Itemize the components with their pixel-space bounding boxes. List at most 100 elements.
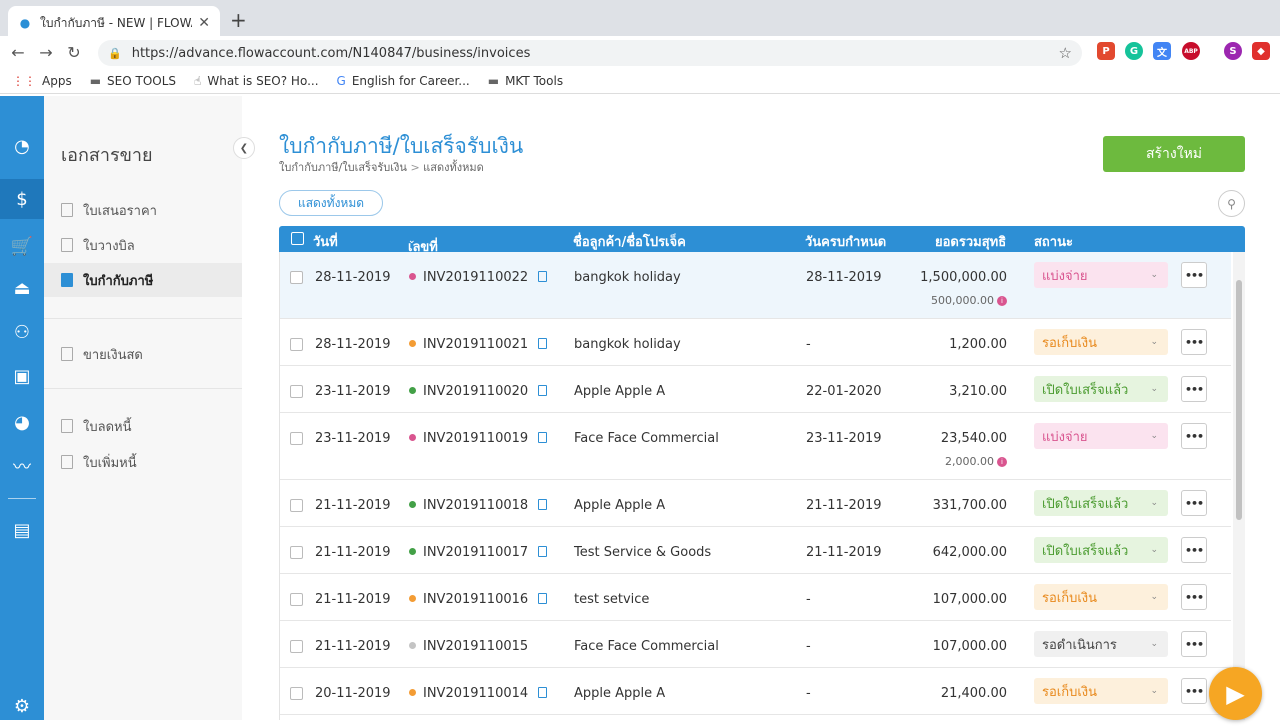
bookmark-english[interactable]: G English for Career... [337, 74, 470, 88]
row-checkbox[interactable] [290, 271, 303, 284]
more-actions-button[interactable]: ••• [1181, 262, 1207, 288]
info-icon[interactable]: i [997, 457, 1007, 467]
status-dropdown[interactable]: รอดำเนินการ ⌄ [1034, 631, 1168, 657]
more-actions-button[interactable]: ••• [1181, 678, 1207, 704]
document-icon[interactable] [538, 338, 548, 349]
settings-gear-icon[interactable]: ⚙ [0, 686, 44, 726]
cell-doc-no[interactable]: INV2019110014 [409, 686, 548, 701]
status-dropdown[interactable]: เปิดใบเสร็จแล้ว ⌄ [1034, 537, 1168, 563]
row-checkbox[interactable] [290, 338, 303, 351]
row-checkbox[interactable] [290, 432, 303, 445]
adblock-icon[interactable]: ABP [1182, 42, 1200, 60]
subnav-item-debit-note[interactable]: ใบเพิ่มหนี้ [44, 445, 242, 479]
row-checkbox[interactable] [290, 593, 303, 606]
inbox-tray-icon[interactable]: ⏏ [0, 268, 44, 308]
subnav-item-credit-note[interactable]: ใบลดหนี้ [44, 409, 242, 443]
gauge-icon[interactable]: ◕ [0, 402, 44, 442]
close-tab-icon[interactable]: ✕ [198, 15, 210, 31]
more-actions-button[interactable]: ••• [1181, 376, 1207, 402]
row-checkbox[interactable] [290, 499, 303, 512]
activity-chart-icon[interactable]: 〰 [0, 446, 44, 486]
cell-doc-no[interactable]: INV2019110019 [409, 431, 548, 446]
contacts-icon[interactable]: ⚇ [0, 312, 44, 352]
extension-icon[interactable]: ◆ [1252, 42, 1270, 60]
more-actions-button[interactable]: ••• [1181, 423, 1207, 449]
breadcrumb-item[interactable]: ใบกำกับภาษี/ใบเสร็จรับเงิน [279, 161, 407, 174]
row-checkbox[interactable] [290, 640, 303, 653]
translate-icon[interactable]: 文 [1153, 42, 1171, 60]
status-dropdown[interactable]: แบ่งจ่าย ⌄ [1034, 262, 1168, 288]
table-row[interactable]: 21-11-2019 INV2019110017 Test Service & Go… [280, 527, 1231, 574]
cell-doc-no[interactable]: INV2019110021 [409, 337, 548, 352]
new-tab-icon[interactable]: + [230, 8, 247, 32]
col-date[interactable]: วันที่ [313, 231, 338, 252]
reload-icon[interactable]: ↻ [60, 43, 88, 62]
play-video-icon[interactable]: ▶ [1209, 667, 1262, 720]
cell-doc-no[interactable]: INV2019110018 [409, 498, 548, 513]
profile-avatar[interactable]: S [1224, 42, 1242, 60]
status-dropdown[interactable]: รอเก็บเงิน ⌄ [1034, 329, 1168, 355]
select-all-checkbox[interactable] [291, 232, 304, 245]
status-dropdown[interactable]: แบ่งจ่าย ⌄ [1034, 423, 1168, 449]
info-icon[interactable]: i [997, 296, 1007, 306]
bookmark-apps[interactable]: ⋮⋮ Apps [12, 74, 72, 88]
dollar-icon[interactable]: $ [0, 179, 44, 219]
subnav-item-tax-invoice[interactable]: ใบกำกับภาษี [44, 263, 242, 297]
table-row[interactable]: 23-11-2019 INV2019110019 Face Face Commerc… [280, 413, 1231, 480]
create-new-button[interactable]: สร้างใหม่ [1103, 136, 1245, 172]
briefcase-icon[interactable]: ▤ [0, 510, 44, 550]
subnav-item-billing-note[interactable]: ใบวางบิล [44, 228, 242, 262]
bookmark-mkt-tools[interactable]: ▬ MKT Tools [488, 74, 563, 88]
address-bar[interactable]: 🔒 https://advance.flowaccount.com/N14084… [98, 40, 1082, 66]
show-all-filter[interactable]: แสดงทั้งหมด [279, 190, 383, 216]
cell-doc-no[interactable]: INV2019110022 [409, 270, 548, 285]
more-actions-button[interactable]: ••• [1181, 490, 1207, 516]
row-checkbox[interactable] [290, 687, 303, 700]
pdf-extension-icon[interactable]: P [1097, 42, 1115, 60]
document-icon[interactable] [538, 593, 548, 604]
table-row[interactable]: 20-11-2019 INV2019110014 Apple Apple A - 21,… [280, 668, 1231, 715]
status-dropdown[interactable]: รอเก็บเงิน ⌄ [1034, 584, 1168, 610]
forward-icon[interactable]: → [32, 43, 60, 62]
back-icon[interactable]: ← [4, 43, 32, 62]
more-actions-button[interactable]: ••• [1181, 584, 1207, 610]
status-dropdown[interactable]: รอเก็บเงิน ⌄ [1034, 678, 1168, 704]
table-row[interactable]: 21-11-2019 INV2019110016 test setvice - 107,… [280, 574, 1231, 621]
grammarly-icon[interactable]: G [1125, 42, 1143, 60]
subnav-item-cash-sale[interactable]: ขายเงินสด [44, 337, 242, 371]
document-icon[interactable] [538, 546, 548, 557]
bookmark-star-icon[interactable]: ☆ [1059, 44, 1072, 62]
status-dropdown[interactable]: เปิดใบเสร็จแล้ว ⌄ [1034, 376, 1168, 402]
col-due-date[interactable]: วันครบกำหนด [805, 231, 886, 252]
table-row[interactable]: 21-11-2019 INV2019110018 Apple Apple A 21-1… [280, 480, 1231, 527]
collapse-sidebar-chevron-icon[interactable]: ❮ [233, 137, 255, 159]
more-actions-button[interactable]: ••• [1181, 329, 1207, 355]
dashboard-icon[interactable]: ◔ [0, 126, 44, 166]
col-customer[interactable]: ชื่อลูกค้า/ชื่อโปรเจ็ค [573, 231, 686, 252]
cell-doc-no[interactable]: INV2019110016 [409, 592, 548, 607]
row-checkbox[interactable] [290, 546, 303, 559]
cart-icon[interactable]: 🛒 [0, 226, 44, 266]
browser-tab[interactable]: ● ใบกำกับภาษี - NEW | FLOWACC ✕ [8, 6, 220, 40]
table-scrollbar[interactable] [1233, 252, 1245, 720]
document-icon[interactable] [538, 687, 548, 698]
row-checkbox[interactable] [290, 385, 303, 398]
scrollbar-thumb[interactable] [1236, 280, 1242, 520]
status-dropdown[interactable]: เปิดใบเสร็จแล้ว ⌄ [1034, 490, 1168, 516]
cell-doc-no[interactable]: INV2019110017 [409, 545, 548, 560]
bookmark-what-is-seo[interactable]: ☝ What is SEO? Ho... [194, 74, 318, 88]
more-actions-button[interactable]: ••• [1181, 537, 1207, 563]
table-row[interactable]: 23-11-2019 INV2019110020 Apple Apple A 22-0… [280, 366, 1231, 413]
bookmark-seo-tools[interactable]: ▬ SEO TOOLS [90, 74, 176, 88]
cell-doc-no[interactable]: INV2019110015 [409, 639, 528, 654]
document-icon[interactable] [538, 432, 548, 443]
document-icon[interactable] [538, 271, 548, 282]
table-row[interactable]: 21-11-2019 INV2019110015 Face Face Commerc… [280, 621, 1231, 668]
subnav-item-quotation[interactable]: ใบเสนอราคา [44, 193, 242, 227]
document-icon[interactable] [538, 385, 548, 396]
cell-doc-no[interactable]: INV2019110020 [409, 384, 548, 399]
box-icon[interactable]: ▣ [0, 356, 44, 396]
col-total[interactable]: ยอดรวมสุทธิ [935, 231, 1006, 252]
search-icon[interactable]: ⚲ [1218, 190, 1245, 217]
more-actions-button[interactable]: ••• [1181, 631, 1207, 657]
